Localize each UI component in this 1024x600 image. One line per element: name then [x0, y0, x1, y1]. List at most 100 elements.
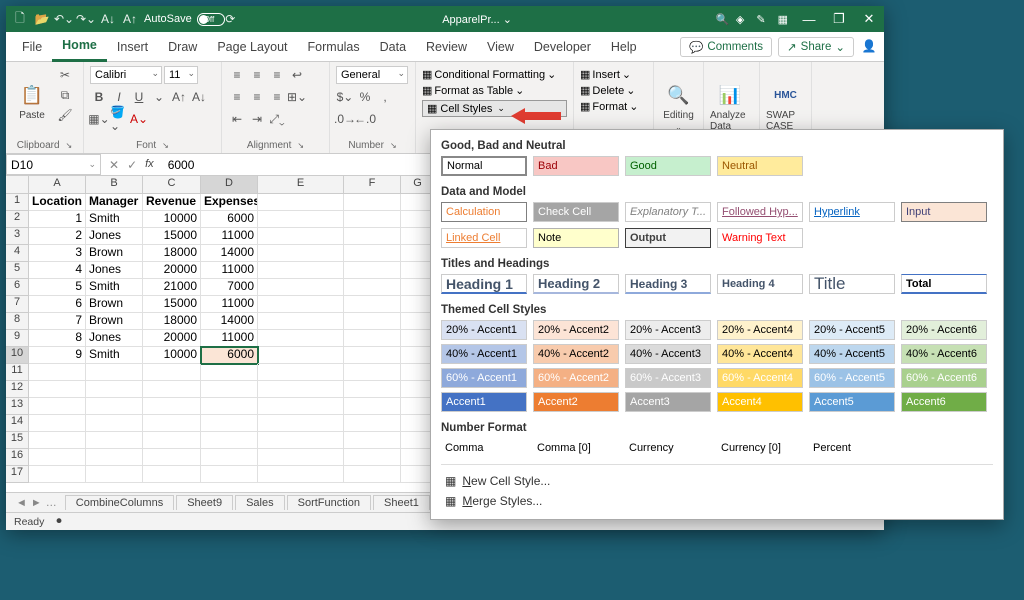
- conditional-formatting-button[interactable]: ▦ Conditional Formatting ⌄: [422, 68, 567, 81]
- pen-icon[interactable]: ✎: [756, 13, 765, 26]
- cell[interactable]: [201, 466, 258, 483]
- orientation-icon[interactable]: ⤢⌄: [268, 110, 286, 128]
- cut-icon[interactable]: ✂: [56, 66, 74, 84]
- cell[interactable]: 11000: [201, 330, 258, 347]
- cell[interactable]: [258, 211, 344, 228]
- new-file-icon[interactable]: 🗋: [12, 11, 28, 27]
- new-cell-style-item[interactable]: ▦ New Cell Style...: [441, 471, 993, 491]
- style-swatch[interactable]: 60% - Accent4: [717, 368, 803, 388]
- cell[interactable]: [86, 466, 143, 483]
- cell[interactable]: [29, 432, 86, 449]
- cell[interactable]: [258, 466, 344, 483]
- cell[interactable]: 10000: [143, 347, 201, 364]
- align-bot-icon[interactable]: ≡: [268, 66, 286, 84]
- enter-formula-icon[interactable]: ✓: [127, 158, 137, 172]
- cell[interactable]: 20000: [143, 330, 201, 347]
- cell[interactable]: 6000: [201, 211, 258, 228]
- style-swatch[interactable]: Title: [809, 274, 895, 294]
- style-swatch[interactable]: Hyperlink: [809, 202, 895, 222]
- style-swatch[interactable]: Heading 4: [717, 274, 803, 294]
- cell[interactable]: [86, 398, 143, 415]
- style-swatch[interactable]: Comma: [441, 438, 527, 458]
- cell[interactable]: Location: [29, 194, 86, 211]
- search-icon[interactable]: 🔍: [716, 13, 736, 26]
- style-swatch[interactable]: Accent1: [441, 392, 527, 412]
- merge-icon[interactable]: ⊞⌄: [288, 88, 306, 106]
- increase-font-icon[interactable]: A↑: [170, 88, 188, 106]
- format-cells-button[interactable]: ▦ Format ⌄: [580, 100, 647, 113]
- close-button[interactable]: ✕: [860, 10, 878, 28]
- style-swatch[interactable]: Explanatory T...: [625, 202, 711, 222]
- cell[interactable]: Expenses: [201, 194, 258, 211]
- column-header[interactable]: A: [29, 176, 86, 194]
- sheet-tab[interactable]: SortFunction: [287, 495, 371, 510]
- tab-data[interactable]: Data: [370, 32, 416, 62]
- cell[interactable]: [86, 364, 143, 381]
- cell[interactable]: 4: [29, 262, 86, 279]
- cell[interactable]: 7: [29, 313, 86, 330]
- cell[interactable]: [344, 449, 401, 466]
- restore-button[interactable]: ❐: [830, 10, 848, 28]
- number-format-combo[interactable]: General: [336, 66, 408, 84]
- comma-icon[interactable]: ,: [376, 88, 394, 106]
- style-swatch[interactable]: Check Cell: [533, 202, 619, 222]
- account-icon[interactable]: 👤: [860, 37, 878, 55]
- cell[interactable]: [344, 381, 401, 398]
- font-color-icon[interactable]: A⌄: [130, 110, 148, 128]
- cell[interactable]: 8: [29, 330, 86, 347]
- cell[interactable]: 6: [29, 296, 86, 313]
- cell[interactable]: [344, 211, 401, 228]
- style-swatch[interactable]: 20% - Accent3: [625, 320, 711, 340]
- column-header[interactable]: D: [201, 176, 258, 194]
- cell[interactable]: [143, 381, 201, 398]
- tab-file[interactable]: File: [12, 32, 52, 62]
- cell[interactable]: 7000: [201, 279, 258, 296]
- undo-icon[interactable]: ↶⌄: [56, 11, 72, 27]
- app-mode-icon[interactable]: ▦: [778, 13, 788, 26]
- cell[interactable]: Jones: [86, 330, 143, 347]
- row-header[interactable]: 1: [6, 194, 29, 211]
- cell[interactable]: [29, 398, 86, 415]
- row-header[interactable]: 11: [6, 364, 29, 381]
- style-swatch[interactable]: 60% - Accent1: [441, 368, 527, 388]
- cell[interactable]: [258, 381, 344, 398]
- style-swatch[interactable]: Linked Cell: [441, 228, 527, 248]
- increase-decimal-icon[interactable]: .0→: [336, 110, 354, 128]
- cell[interactable]: [201, 398, 258, 415]
- tab-draw[interactable]: Draw: [158, 32, 207, 62]
- format-painter-icon[interactable]: 🖌: [56, 106, 74, 124]
- cell[interactable]: [201, 432, 258, 449]
- insert-cells-button[interactable]: ▦ Insert ⌄: [580, 68, 647, 81]
- cell[interactable]: [344, 313, 401, 330]
- cell[interactable]: [258, 194, 344, 211]
- row-header[interactable]: 3: [6, 228, 29, 245]
- style-swatch[interactable]: Percent: [809, 438, 895, 458]
- row-header[interactable]: 13: [6, 398, 29, 415]
- cell[interactable]: [344, 194, 401, 211]
- macro-record-icon[interactable]: ⏺: [56, 515, 61, 528]
- cell[interactable]: 15000: [143, 296, 201, 313]
- style-swatch[interactable]: Warning Text: [717, 228, 803, 248]
- style-swatch[interactable]: 40% - Accent5: [809, 344, 895, 364]
- style-swatch[interactable]: Accent6: [901, 392, 987, 412]
- align-mid-icon[interactable]: ≡: [248, 66, 266, 84]
- currency-icon[interactable]: $⌄: [336, 88, 354, 106]
- cell[interactable]: 20000: [143, 262, 201, 279]
- percent-icon[interactable]: %: [356, 88, 374, 106]
- style-swatch[interactable]: Currency [0]: [717, 438, 803, 458]
- row-header[interactable]: 9: [6, 330, 29, 347]
- column-header[interactable]: B: [86, 176, 143, 194]
- cell[interactable]: [29, 466, 86, 483]
- cancel-formula-icon[interactable]: ✕: [109, 158, 119, 172]
- cell[interactable]: Revenue: [143, 194, 201, 211]
- cell[interactable]: [258, 398, 344, 415]
- sheet-tab[interactable]: Sales: [235, 495, 285, 510]
- style-swatch[interactable]: 40% - Accent3: [625, 344, 711, 364]
- row-header[interactable]: 10: [6, 347, 29, 364]
- decrease-decimal-icon[interactable]: ←.0: [356, 110, 374, 128]
- style-swatch[interactable]: Normal: [441, 156, 527, 176]
- open-icon[interactable]: 📂: [34, 11, 50, 27]
- row-header[interactable]: 6: [6, 279, 29, 296]
- cell[interactable]: 6000: [201, 347, 258, 364]
- cell[interactable]: [258, 228, 344, 245]
